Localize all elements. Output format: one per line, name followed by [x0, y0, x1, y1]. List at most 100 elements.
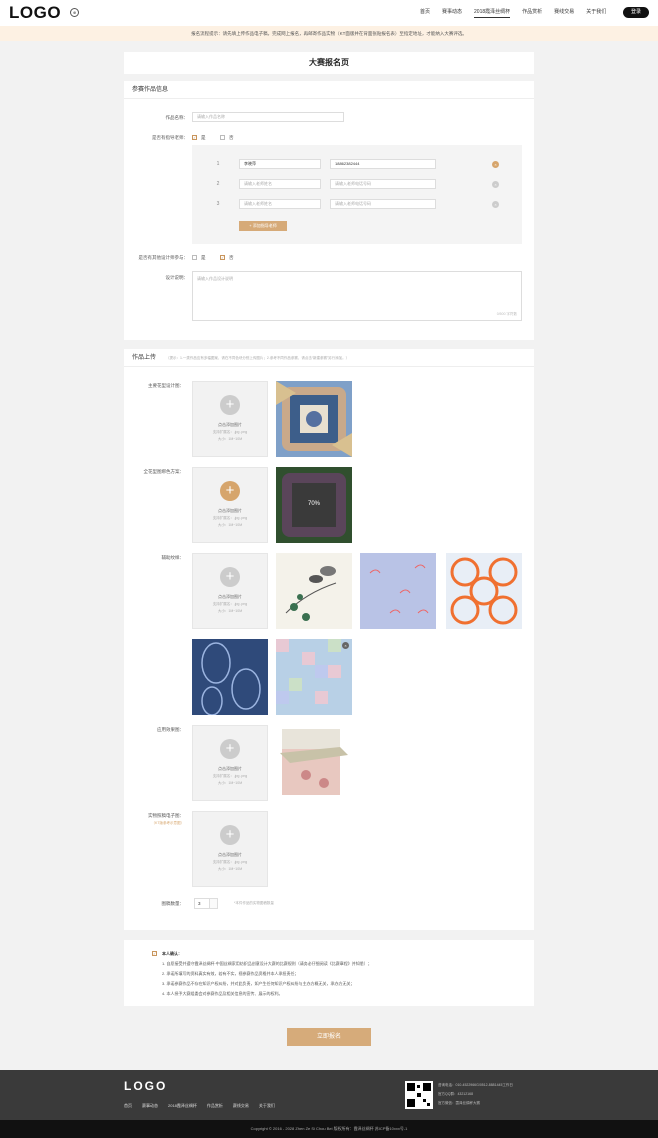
teacher-name-input[interactable]: 请输入老师姓名 [239, 199, 321, 209]
count-label: 图稿数量： [161, 901, 185, 906]
teacher-no-checkbox[interactable] [220, 135, 225, 140]
page-title: 大赛报名页 [124, 52, 534, 74]
qr-code [405, 1081, 433, 1109]
upload-box[interactable]: + 点击添加图片 支持扩展名：.jpg .png 大小：1M~10M [192, 725, 268, 801]
nav-item-trade[interactable]: 赛线交易 [554, 8, 574, 18]
work-name-label: 作品名称： [165, 115, 189, 120]
notice-banner: 报名流程提示：请先填上传作品电子稿，完成网上报名，再邮寄作品实物（KT面版并在背… [0, 26, 658, 41]
upload-add-text: 点击添加图片 [218, 594, 242, 599]
confirm-checkbox[interactable]: ✓ [152, 951, 157, 956]
color-scheme-thumbnail[interactable]: 70% [276, 467, 352, 543]
upload-size-text: 大小：1M~10M [217, 781, 243, 785]
teacher-no-label: 否 [229, 135, 234, 140]
other-yes-checkbox[interactable] [192, 255, 197, 260]
main-nav: 首页 赛事动态 2018霞泽丝绸杯 作品赏析 赛线交易 关于我们 [420, 8, 618, 18]
section-heading: 作品上传 （提示：1.一类作品应有多幅图案，请在不同色块分别上传图片；2.参考不同… [124, 349, 534, 367]
remove-icon[interactable]: × [492, 161, 499, 168]
confirm-item: 2. 承诺所填写的资料真实有效，若有不实，视参赛作品资格并本人承担责任； [162, 971, 299, 976]
teacher-yes-label: 是 [201, 135, 206, 140]
color-scheme-label: 全花型图绑色方案： [143, 469, 185, 474]
plus-icon: + [220, 567, 240, 587]
plus-icon: + [220, 481, 240, 501]
footer-link[interactable]: 首页 [124, 1103, 132, 1109]
remove-icon[interactable]: × [492, 201, 499, 208]
footer-link[interactable]: 关于我们 [259, 1103, 275, 1109]
upload-size-text: 大小：1M~10M [217, 437, 243, 441]
upload-hint: （提示：1.一类作品应有多幅图案，请在不同色块分别上传图片；2.参考不同作品参赛… [166, 356, 350, 360]
upload-ext-text: 支持扩展名：.jpg .png [212, 602, 248, 606]
add-teacher-button[interactable]: + 添加指导老师 [239, 221, 287, 231]
upload-section: 作品上传 （提示：1.一类作品应有多幅图案，请在不同色块分别上传图片；2.参考不同… [124, 349, 534, 930]
upload-ext-text: 支持扩展名：.jpg .png [212, 860, 248, 864]
copyright: Copyright © 2016 - 2028 Zhen Ze Si Chou … [0, 1120, 658, 1138]
aux-pattern-thumbnail[interactable] [360, 553, 436, 629]
upload-box[interactable]: + 点击添加图片 支持扩展名：.jpg .png 大小：1M~10M [192, 811, 268, 887]
nav-item-contest[interactable]: 2018霞泽丝绸杯 [474, 8, 511, 18]
teacher-name-input[interactable]: 请输入老师姓名 [239, 179, 321, 189]
plus-icon: + [220, 825, 240, 845]
aux-pattern-thumbnail[interactable] [276, 553, 352, 629]
site-logo[interactable]: LOGO [9, 3, 61, 23]
footer-phone: 咨询电话：010-4522966G/0512-8881445工作日 [438, 1083, 513, 1087]
globe-icon[interactable]: ⊕ [70, 8, 79, 17]
entry-info-section: 参赛作品信息 作品名称： 请输入作品名称 是否有指导老师： ✓ 是 否 1 李晓… [124, 81, 534, 340]
aux-pattern-thumbnail[interactable] [192, 639, 268, 715]
aux-pattern-thumbnail[interactable]: × [276, 639, 352, 715]
upload-ext-text: 支持扩展名：.jpg .png [212, 516, 248, 520]
kt-note[interactable]: （KT版参考示意图） [124, 821, 184, 826]
upload-heading: 作品上传 [132, 355, 157, 361]
teacher-name-input[interactable]: 李晓萍 [239, 159, 321, 169]
work-name-input[interactable]: 请输入作品名称 [192, 112, 344, 122]
footer-qq: 官方QQ群：43212168 [438, 1092, 474, 1096]
upload-ext-text: 支持扩展名：.jpg .png [212, 774, 248, 778]
footer-link[interactable]: 赛线交易 [233, 1103, 249, 1109]
count-hint: *本件作品的实物图稿数量 [234, 901, 274, 905]
kt-label: 实物照稿电子图： [148, 813, 184, 818]
count-stepper[interactable]: 3 [194, 898, 218, 909]
upload-add-text: 点击添加图片 [218, 852, 242, 857]
other-designer-label: 是否有其他设计师参与： [138, 255, 189, 260]
upload-box[interactable]: + 点击添加图片 支持扩展名：.jpg .png 大小：1M~10M [192, 553, 268, 629]
teacher-row-num: 2 [216, 181, 220, 187]
effect-thumbnail[interactable] [276, 725, 352, 801]
aux-pattern-thumbnail[interactable] [446, 553, 522, 629]
teacher-phone-input[interactable]: 请输入老师电话号码 [330, 179, 436, 189]
upload-size-text: 大小：1M~10M [217, 609, 243, 613]
login-button[interactable]: 登录 [623, 7, 649, 18]
design-desc-placeholder: 请输入作品设计说明 [197, 276, 233, 281]
footer-wechat: 官方微信：霞泽丝绸杯大赛 [438, 1101, 480, 1105]
nav-item-news[interactable]: 赛事动态 [442, 8, 462, 18]
upload-box[interactable]: + 点击添加图片 支持扩展名：.jpg .png 大小：1M~10M [192, 381, 268, 457]
remove-icon[interactable]: × [492, 181, 499, 188]
teacher-phone-input[interactable]: 请输入老师电话号码 [330, 199, 436, 209]
char-counter: 0/500 字符数 [496, 312, 517, 316]
upload-add-text: 点击添加图片 [218, 508, 242, 513]
nav-item-about[interactable]: 关于我们 [586, 8, 606, 18]
teacher-phone-input[interactable]: 18862382444 [330, 159, 436, 169]
plus-icon: + [220, 739, 240, 759]
confirm-title: 本人确认： [162, 951, 182, 956]
upload-add-text: 点击添加图片 [218, 422, 242, 427]
site-footer: LOGO 首页 赛事动态 2018霞泽丝绸杯 作品赏析 赛线交易 关于我们 咨询… [0, 1070, 658, 1120]
footer-link[interactable]: 作品赏析 [207, 1103, 223, 1109]
teacher-label: 是否有指导老师： [152, 135, 188, 140]
upload-progress: 70% [307, 501, 320, 507]
effect-label: 应用效果图： [157, 727, 184, 732]
teacher-yes-checkbox[interactable]: ✓ [192, 135, 197, 140]
footer-link[interactable]: 2018霞泽丝绸杯 [168, 1103, 197, 1109]
confirm-item: 3. 承诺参赛作品不存在知识产权纠纷，并对此负责，如产生任何知识产权纠纷与主办方… [162, 981, 355, 986]
teacher-row-num: 1 [216, 161, 220, 167]
upload-box[interactable]: + 点击添加图片 支持扩展名：.jpg .png 大小：1M~10M [192, 467, 268, 543]
footer-logo[interactable]: LOGO [124, 1079, 167, 1093]
submit-button[interactable]: 立即报名 [287, 1028, 371, 1046]
nav-item-home[interactable]: 首页 [420, 8, 430, 18]
remove-icon[interactable]: × [342, 642, 349, 649]
main-design-thumbnail[interactable] [276, 381, 352, 457]
plus-icon: + [220, 395, 240, 415]
main-design-label: 主要花型设计图： [148, 383, 184, 388]
footer-link[interactable]: 赛事动态 [142, 1103, 158, 1109]
nav-item-works[interactable]: 作品赏析 [522, 8, 542, 18]
confirm-item: 1. 自愿接受并遵守霞泽丝绸杯·中国丝绸家用纺织品创意设计大赛的比赛规则（请务必… [162, 961, 372, 966]
design-desc-textarea[interactable]: 请输入作品设计说明 0/500 字符数 [192, 271, 522, 321]
other-no-checkbox[interactable]: ✓ [220, 255, 225, 260]
